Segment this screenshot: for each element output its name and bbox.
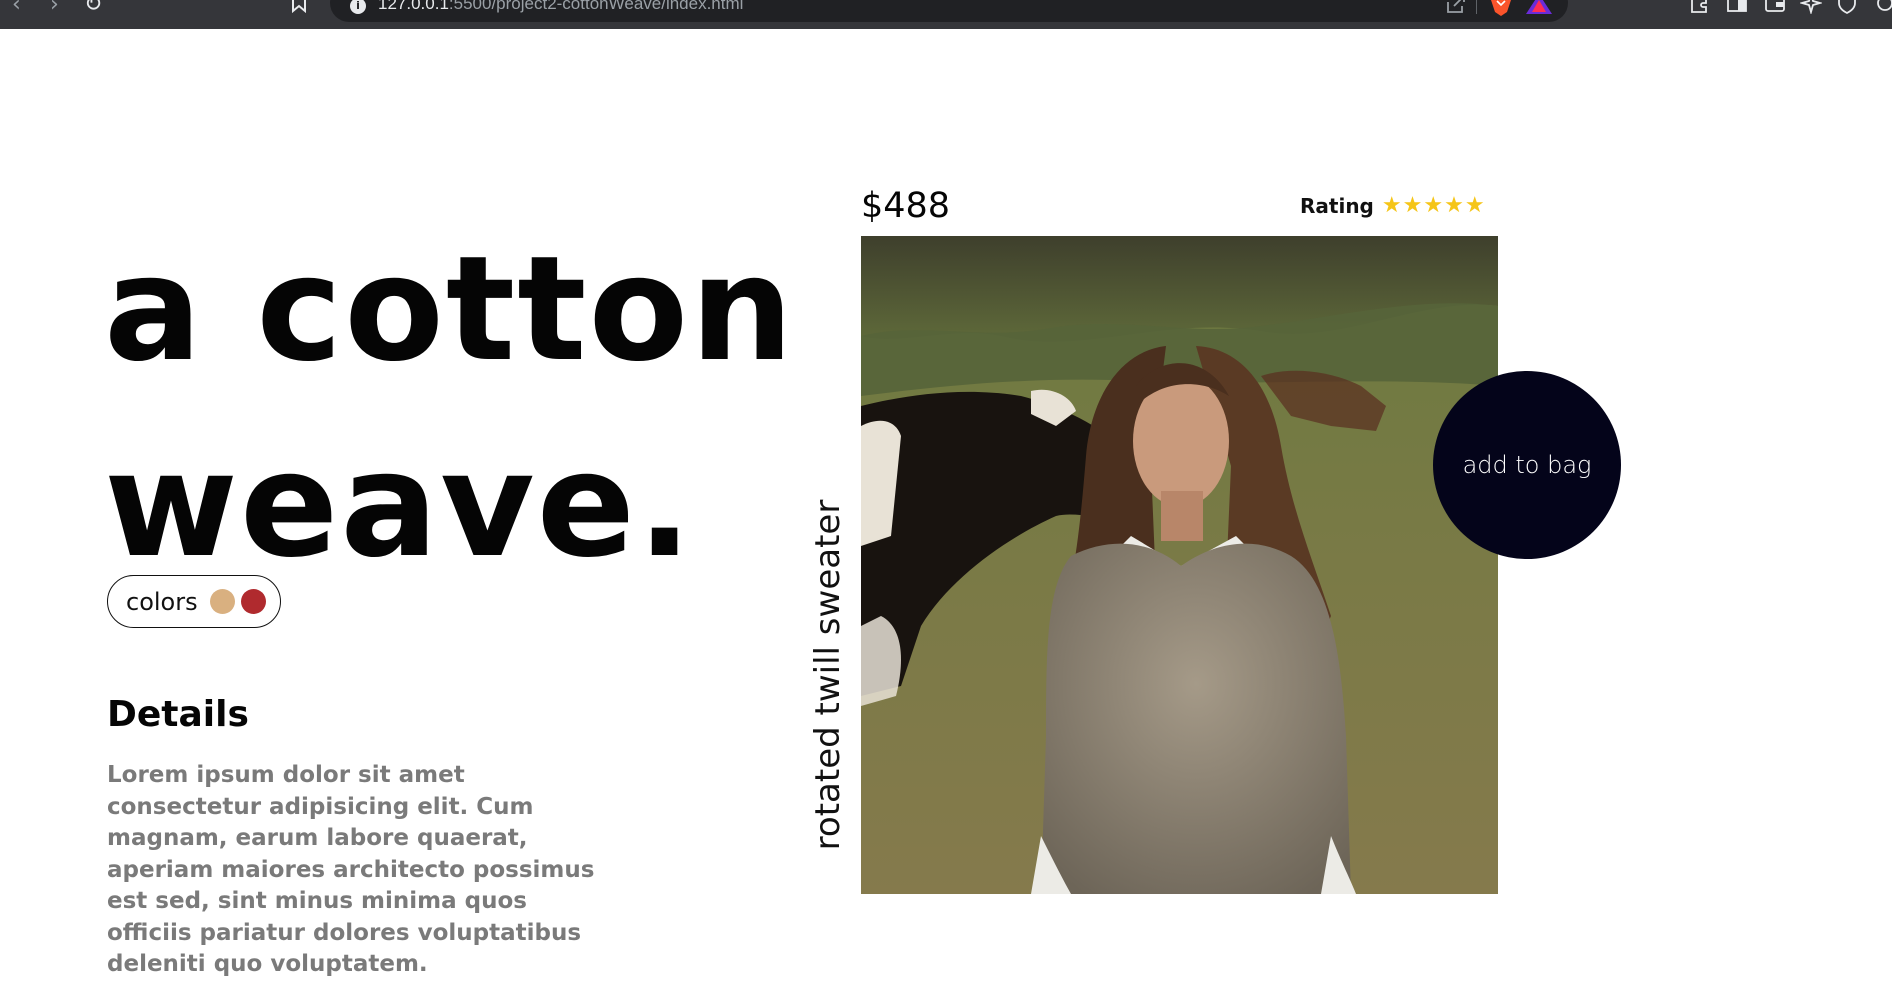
color-swatch-tan[interactable]	[209, 589, 235, 614]
forward-icon[interactable]: ›	[50, 0, 59, 16]
brave-rewards-icon[interactable]	[1526, 0, 1552, 14]
add-to-bag-button[interactable]: add to bag	[1433, 371, 1621, 559]
star-icon: ★	[1464, 193, 1485, 218]
color-swatch-red[interactable]	[240, 589, 266, 614]
product-name: rotated twill sweater	[808, 499, 848, 851]
menu-icon[interactable]	[1874, 0, 1892, 14]
url-text[interactable]: 127.0.0.1:5500/project2-cottonWeave/inde…	[378, 0, 743, 14]
vpn-icon[interactable]	[1836, 0, 1858, 14]
details-description: Lorem ipsum dolor sit amet consectetur a…	[107, 762, 595, 977]
browser-toolbar: ‹ › ↻ i 127.0.0.1:5500/project2-cottonWe…	[0, 0, 1892, 29]
url-path: :5500/project2-cottonWeave/index.html	[448, 0, 744, 13]
colors-label: colors	[126, 587, 198, 616]
address-bar[interactable]: i 127.0.0.1:5500/project2-cottonWeave/in…	[330, 0, 1568, 22]
wallet-icon[interactable]	[1764, 0, 1786, 14]
product-photo	[861, 236, 1498, 894]
extensions-icon[interactable]	[1688, 0, 1710, 14]
url-divider	[1476, 0, 1477, 14]
product-photo-illustration	[861, 236, 1498, 894]
leo-ai-icon[interactable]	[1800, 0, 1822, 14]
back-icon[interactable]: ‹	[12, 0, 21, 16]
star-icon: ★	[1381, 193, 1402, 218]
bookmark-icon[interactable]	[290, 0, 308, 13]
share-icon[interactable]	[1446, 0, 1466, 14]
product-rating: Rating ★★★★★	[1300, 194, 1486, 218]
star-icon: ★	[1402, 193, 1423, 218]
star-icon: ★	[1423, 193, 1444, 218]
star-icon: ★	[1444, 193, 1464, 218]
hero-headline: a cotton weave.	[104, 212, 795, 604]
rating-label: Rating	[1300, 194, 1374, 218]
info-icon[interactable]: i	[350, 0, 366, 14]
url-host: 127.0.0.1	[378, 0, 449, 13]
reload-icon[interactable]: ↻	[84, 0, 102, 16]
details-heading: Details	[107, 694, 249, 735]
rating-stars: ★★★★★	[1382, 195, 1486, 217]
sidebar-icon[interactable]	[1726, 0, 1748, 14]
hero-line-1: a cotton	[104, 225, 796, 394]
brave-shields-icon[interactable]	[1490, 0, 1512, 16]
product-price: $488	[861, 186, 951, 226]
colors-selector: colors	[107, 575, 281, 628]
